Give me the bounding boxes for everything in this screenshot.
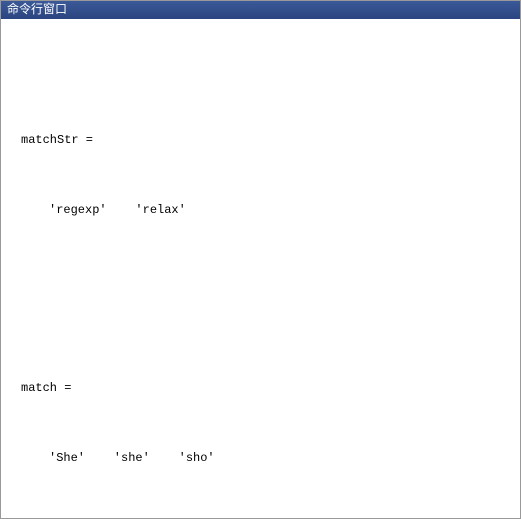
var-name: matchStr = [21, 131, 520, 149]
var-name: match = [21, 379, 520, 397]
output-block: match = 'She' 'she' 'sho' [21, 329, 520, 517]
window-titlebar: 命令行窗口 [1, 1, 520, 19]
output-block: matchStr = 'regexp' 'relax' [21, 81, 520, 269]
var-value: 'She' 'she' 'sho' [21, 449, 520, 467]
window-title: 命令行窗口 [7, 3, 67, 17]
var-value: 'regexp' 'relax' [21, 201, 520, 219]
command-output-area[interactable]: matchStr = 'regexp' 'relax' match = 'She… [1, 19, 520, 518]
